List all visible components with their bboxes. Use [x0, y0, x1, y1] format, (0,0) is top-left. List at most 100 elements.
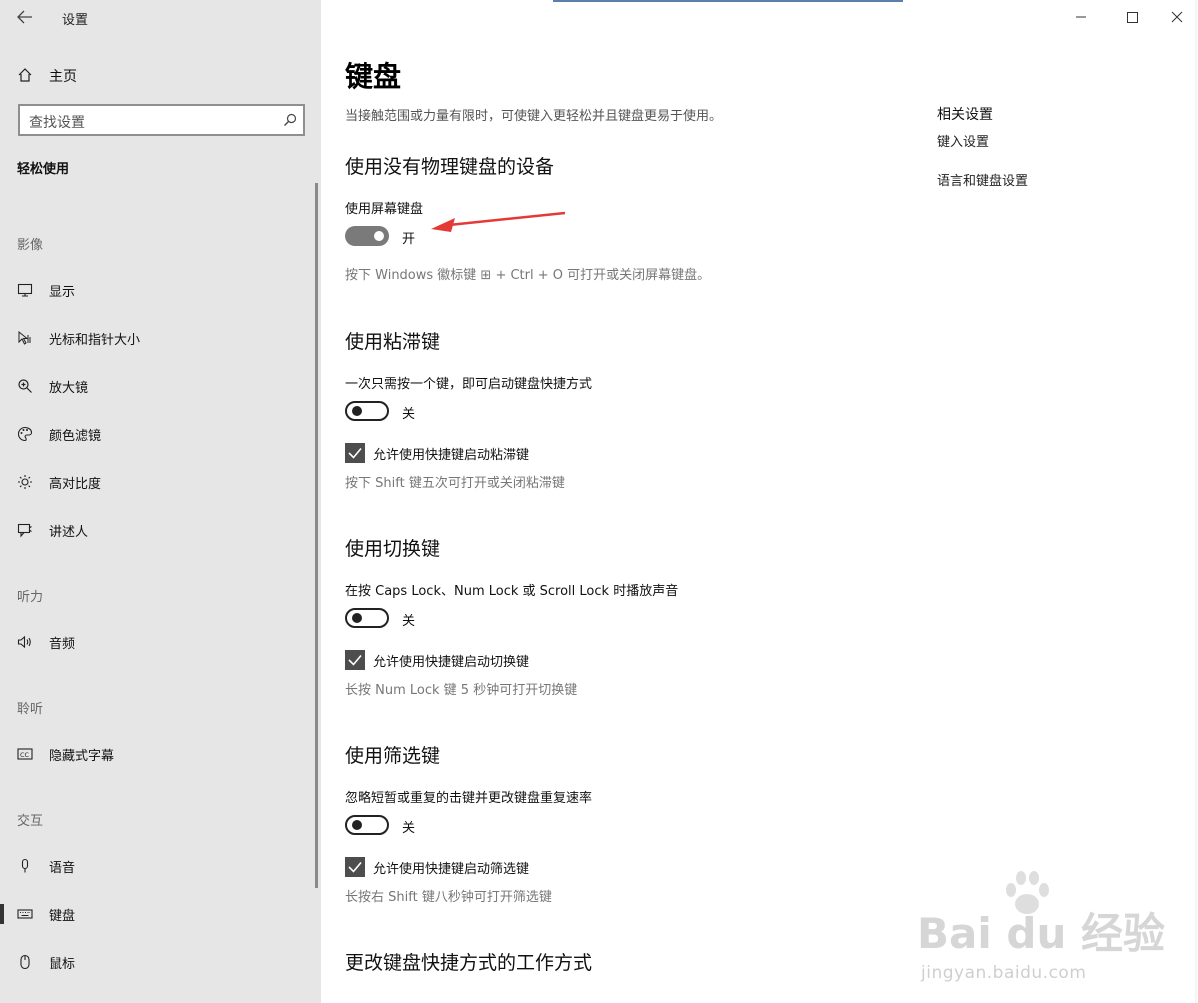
search-icon: [284, 113, 297, 126]
page-description: 当接触范围或力量有限时，可使键入更轻松并且键盘更易于使用。: [345, 109, 723, 124]
checkbox-label: 允许使用快捷键启动筛选键: [373, 862, 530, 877]
sidebar-item-label: 鼠标: [49, 957, 76, 972]
sidebar-item-mouse[interactable]: 鼠标: [0, 944, 314, 980]
checkbox-label: 允许使用快捷键启动粘滞键: [373, 448, 530, 463]
speaker-icon: [17, 635, 31, 649]
setting-label: 忽略短暂或重复的击键并更改键盘重复速率: [345, 791, 593, 806]
mouse-icon: [20, 954, 30, 970]
filter-keys-toggle[interactable]: [345, 815, 389, 835]
sidebar-item-label: 语音: [49, 861, 76, 876]
keyboard-icon: [17, 909, 33, 919]
watermark-url: jingyan.baidu.com: [921, 963, 1087, 983]
close-icon: [1171, 11, 1183, 23]
cursor-icon: [18, 330, 31, 345]
monitor-icon: [17, 283, 33, 297]
language-keyboard-settings-link[interactable]: 语言和键盘设置: [937, 170, 1028, 189]
minimize-icon: [1076, 16, 1086, 18]
checkbox-label: 允许使用快捷键启动切换键: [373, 655, 530, 670]
sidebar-item-label: 放大镜: [49, 381, 89, 396]
home-icon: [18, 68, 32, 82]
sidebar-item-home[interactable]: 主页: [0, 60, 321, 90]
app-title: 设置: [62, 13, 89, 28]
toggle-state-label: 关: [402, 821, 416, 836]
sidebar-item-magnifier[interactable]: 放大镜: [0, 368, 314, 404]
minimize-button[interactable]: [1070, 6, 1092, 28]
toggle-knob: [352, 406, 362, 416]
on-screen-keyboard-toggle[interactable]: [345, 226, 389, 246]
filter-keys-shortcut-checkbox[interactable]: [345, 857, 365, 877]
sidebar-item-label: 主页: [49, 69, 77, 85]
search-input[interactable]: 查找设置: [18, 104, 305, 136]
toggle-keys-shortcut-checkbox[interactable]: [345, 650, 365, 670]
sidebar-item-audio[interactable]: 音频: [0, 624, 314, 660]
title-bar: 设置: [0, 0, 321, 34]
toggle-knob: [374, 231, 384, 241]
cc-icon: CC: [17, 748, 33, 760]
sidebar-item-speech[interactable]: 语音: [0, 848, 314, 884]
section-title: 使用没有物理键盘的设备: [345, 156, 555, 178]
magnifier-icon: [18, 379, 32, 393]
brightness-icon: [18, 475, 32, 489]
typing-settings-link[interactable]: 键入设置: [937, 131, 989, 150]
main-content: 键盘 当接触范围或力量有限时，可使键入更轻松并且键盘更易于使用。 使用没有物理键…: [321, 0, 1198, 1003]
back-arrow-icon: [17, 10, 32, 24]
setting-label: 使用屏幕键盘: [345, 202, 424, 217]
checkmark-icon: [348, 447, 362, 459]
sidebar-item-cursor[interactable]: 光标和指针大小: [0, 320, 314, 356]
svg-text:CC: CC: [20, 751, 30, 759]
watermark-brand: Bai du 经验: [917, 909, 1165, 958]
maximize-button[interactable]: [1121, 6, 1143, 28]
annotation-arrow: [431, 211, 566, 232]
category-title: 轻松使用: [17, 162, 70, 177]
sidebar-item-narrator[interactable]: 讲述人: [0, 512, 314, 548]
section-title: 更改键盘快捷方式的工作方式: [345, 952, 593, 974]
sidebar-item-display[interactable]: 显示: [0, 272, 314, 308]
group-label-vision: 影像: [17, 238, 44, 253]
setting-label: 在按 Caps Lock、Num Lock 或 Scroll Lock 时播放声…: [345, 584, 679, 599]
section-title: 使用粘滞键: [345, 331, 441, 353]
section-title: 使用筛选键: [345, 745, 441, 767]
setting-hint: 按下 Shift 键五次可打开或关闭粘滞键: [345, 476, 565, 491]
toggle-keys-toggle[interactable]: [345, 608, 389, 628]
group-label-listening: 聆听: [17, 702, 44, 717]
sidebar-item-label: 颜色滤镜: [49, 429, 102, 444]
toggle-state-label: 开: [402, 232, 416, 247]
sidebar: 设置 主页 查找设置 轻松使用 影像 显示 光标和指针大小 放大镜 颜色滤镜 高…: [0, 0, 321, 1003]
palette-icon: [17, 426, 33, 442]
sidebar-item-captions[interactable]: CC 隐藏式字幕: [0, 736, 314, 772]
microphone-icon: [21, 858, 29, 873]
title-accent-line: [553, 0, 903, 2]
sticky-keys-shortcut-checkbox[interactable]: [345, 443, 365, 463]
section-title: 使用切换键: [345, 538, 441, 560]
checkmark-icon: [348, 861, 362, 873]
sticky-keys-toggle[interactable]: [345, 401, 389, 421]
sidebar-item-label: 隐藏式字幕: [49, 749, 115, 764]
sidebar-item-label: 讲述人: [49, 525, 89, 540]
setting-hint: 按下 Windows 徽标键 ⊞ + Ctrl + O 可打开或关闭屏幕键盘。: [345, 268, 711, 283]
group-label-hearing: 听力: [17, 590, 44, 605]
sidebar-item-label: 光标和指针大小: [49, 333, 141, 348]
back-button[interactable]: [14, 7, 36, 27]
sidebar-item-label: 显示: [49, 285, 76, 300]
close-button[interactable]: [1166, 6, 1188, 28]
baidu-watermark: Bai du 经验 jingyan.baidu.com: [917, 870, 1165, 990]
page-title: 键盘: [345, 60, 402, 93]
sidebar-scrollbar[interactable]: [315, 183, 318, 888]
sidebar-item-label: 高对比度: [49, 477, 102, 492]
sidebar-item-high-contrast[interactable]: 高对比度: [0, 464, 314, 500]
main-scrollbar[interactable]: [1195, 0, 1197, 1003]
toggle-state-label: 关: [402, 614, 416, 629]
sidebar-item-label: 音频: [49, 637, 76, 652]
narrator-icon: [17, 523, 32, 538]
sidebar-item-color-filter[interactable]: 颜色滤镜: [0, 416, 314, 452]
group-label-interaction: 交互: [17, 814, 44, 829]
sidebar-item-keyboard[interactable]: 键盘: [0, 896, 314, 932]
toggle-state-label: 关: [402, 407, 416, 422]
setting-label: 一次只需按一个键，即可启动键盘快捷方式: [345, 377, 593, 392]
toggle-knob: [352, 820, 362, 830]
maximize-icon: [1127, 12, 1138, 23]
setting-hint: 长按 Num Lock 键 5 秒钟可打开切换键: [345, 683, 578, 698]
setting-hint: 长按右 Shift 键八秒钟可打开筛选键: [345, 890, 552, 905]
related-settings-title: 相关设置: [937, 107, 993, 123]
toggle-knob: [352, 613, 362, 623]
